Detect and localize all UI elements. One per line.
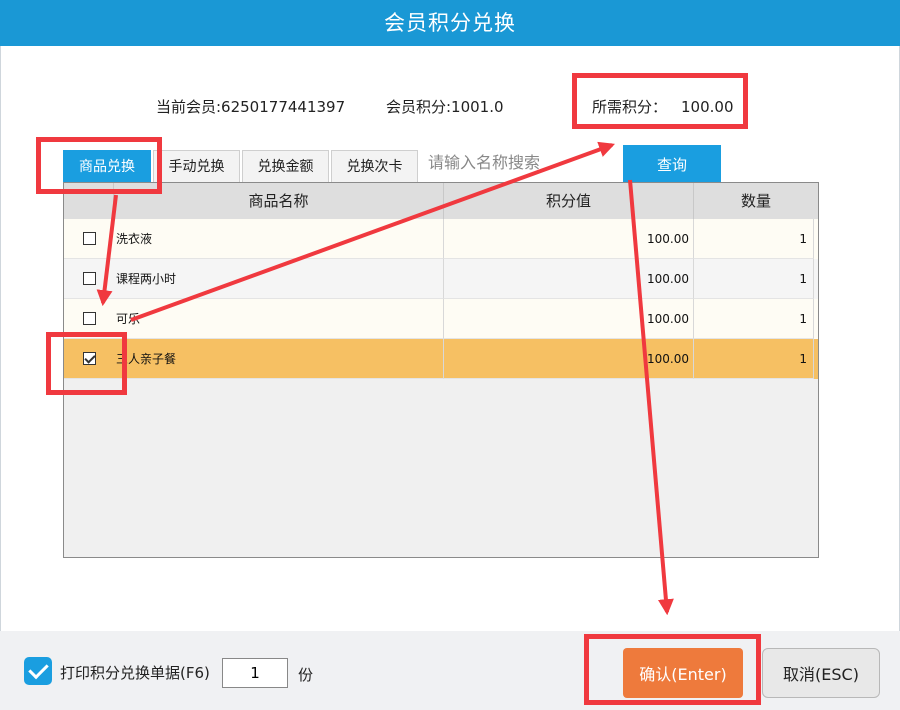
row-name: 洗衣液 xyxy=(114,219,444,259)
row-quantity: 1 xyxy=(694,259,814,299)
row-name: 三人亲子餐 xyxy=(114,339,444,379)
row-name: 课程两小时 xyxy=(114,259,444,299)
confirm-button[interactable]: 确认(Enter) xyxy=(623,648,743,698)
cancel-button[interactable]: 取消(ESC) xyxy=(762,648,880,698)
row-checkbox[interactable] xyxy=(82,311,96,325)
header-checkbox-column xyxy=(64,183,114,219)
row-checkbox[interactable] xyxy=(82,351,96,365)
print-receipt-label: 打印积分兑换单据(F6) xyxy=(60,664,210,682)
row-checkbox-cell[interactable] xyxy=(64,299,114,339)
copies-unit-label: 份 xyxy=(298,666,314,684)
header-points[interactable]: 积分值 xyxy=(444,183,694,219)
row-points: 100.00 xyxy=(444,339,694,379)
row-quantity: 1 xyxy=(694,219,814,259)
tab-manual-exchange[interactable]: 手动兑换 xyxy=(153,150,240,183)
goods-table: 商品名称 积分值 数量 洗衣液 100.00 1 课程两小时 100.00 1 可乐 100.… xyxy=(63,182,819,558)
row-points: 100.00 xyxy=(444,299,694,339)
table-row[interactable]: 三人亲子餐 100.00 1 xyxy=(64,339,818,379)
row-checkbox-cell[interactable] xyxy=(64,259,114,299)
table-row[interactable]: 洗衣液 100.00 1 xyxy=(64,219,818,259)
tab-amount-exchange[interactable]: 兑换金额 xyxy=(242,150,329,183)
row-checkbox[interactable] xyxy=(82,231,96,245)
row-name: 可乐 xyxy=(114,299,444,339)
tab-goods-exchange[interactable]: 商品兑换 xyxy=(63,150,151,183)
table-row[interactable]: 课程两小时 100.00 1 xyxy=(64,259,818,299)
search-button[interactable]: 查询 xyxy=(623,145,721,183)
row-checkbox-cell[interactable] xyxy=(64,219,114,259)
current-member-label: 当前会员:6250177441397 xyxy=(156,98,346,116)
search-input[interactable] xyxy=(420,144,623,181)
row-points: 100.00 xyxy=(444,219,694,259)
table-row[interactable]: 可乐 100.00 1 xyxy=(64,299,818,339)
header-quantity[interactable]: 数量 xyxy=(694,183,818,219)
table-header: 商品名称 积分值 数量 xyxy=(64,183,818,219)
row-quantity: 1 xyxy=(694,299,814,339)
copies-input[interactable] xyxy=(222,658,288,688)
header-name[interactable]: 商品名称 xyxy=(114,183,444,219)
required-points-label: 所需积分： 100.00 xyxy=(592,96,734,117)
window-title: 会员积分兑换 xyxy=(0,0,900,46)
row-points: 100.00 xyxy=(444,259,694,299)
member-points-label: 会员积分:1001.0 xyxy=(386,98,504,116)
tab-card-exchange[interactable]: 兑换次卡 xyxy=(331,150,418,183)
row-checkbox-cell[interactable] xyxy=(64,339,114,379)
row-quantity: 1 xyxy=(694,339,814,379)
required-points-value: 100.00 xyxy=(681,98,734,116)
row-checkbox[interactable] xyxy=(82,271,96,285)
print-receipt-checkbox[interactable] xyxy=(24,657,52,685)
required-points-caption: 所需积分： xyxy=(592,98,668,116)
